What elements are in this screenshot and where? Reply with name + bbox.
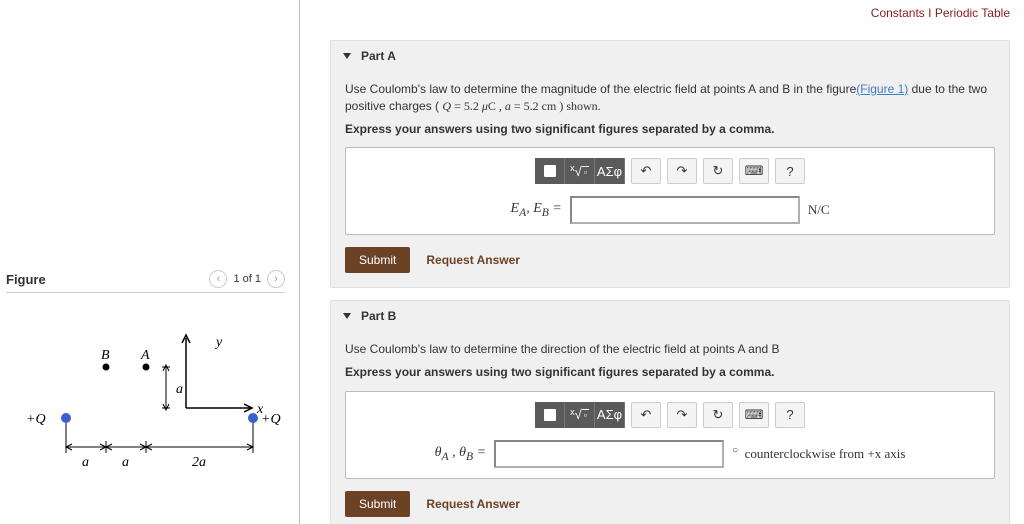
part-a-unit: N/C bbox=[808, 202, 830, 218]
part-b-unit: ○ counterclockwise from +x axis bbox=[732, 446, 905, 462]
svg-text:a: a bbox=[176, 382, 183, 397]
top-links: Constants I Periodic Table bbox=[330, 6, 1010, 20]
svg-text:+Q: +Q bbox=[26, 412, 46, 427]
part-b-answer-input[interactable] bbox=[494, 440, 724, 468]
svg-text:2a: 2a bbox=[192, 455, 206, 470]
part-b-submit-button[interactable]: Submit bbox=[345, 491, 410, 517]
tb-template-icon[interactable] bbox=[535, 158, 565, 184]
part-a-answer-input[interactable] bbox=[570, 196, 800, 224]
tb-help-icon[interactable]: ? bbox=[775, 158, 805, 184]
part-a-prompt: Use Coulomb's law to determine the magni… bbox=[345, 81, 995, 115]
part-b-header[interactable]: Part B bbox=[331, 301, 1009, 331]
figure-next-button[interactable]: › bbox=[267, 270, 285, 288]
figure-title: Figure bbox=[6, 272, 46, 287]
svg-text:B: B bbox=[101, 348, 110, 363]
svg-text:y: y bbox=[214, 335, 223, 350]
tb-reset-icon[interactable]: ↻ bbox=[703, 158, 733, 184]
figure-1-link[interactable]: (Figure 1) bbox=[856, 82, 908, 96]
svg-text:a: a bbox=[122, 455, 129, 470]
figure-panel: Figure ‹ 1 of 1 › y x bbox=[0, 0, 300, 524]
tb-template-icon[interactable] bbox=[535, 402, 565, 428]
part-a-title: Part A bbox=[361, 49, 396, 63]
periodic-table-link[interactable]: Periodic Table bbox=[935, 6, 1010, 20]
part-b-title: Part B bbox=[361, 309, 396, 323]
tb-undo-icon[interactable]: ↶ bbox=[631, 158, 661, 184]
svg-text:A: A bbox=[140, 348, 150, 363]
tb-keyboard-icon[interactable]: ⌨ bbox=[739, 402, 769, 428]
part-b-answer-box: x√▫ ΑΣφ ↶ ↷ ↻ ⌨ ? θA , θB = ○ counterclo… bbox=[345, 391, 995, 479]
tb-keyboard-icon[interactable]: ⌨ bbox=[739, 158, 769, 184]
figure-diagram: y x a B A +Q +Q bbox=[6, 323, 285, 493]
part-b-prompt: Use Coulomb's law to determine the direc… bbox=[345, 341, 995, 358]
tb-greek-icon[interactable]: ΑΣφ bbox=[595, 158, 625, 184]
part-a-answer-box: x√▫ ΑΣφ ↶ ↷ ↻ ⌨ ? EA, EB = N/C bbox=[345, 147, 995, 235]
svg-text:a: a bbox=[82, 455, 89, 470]
part-a-request-answer-link[interactable]: Request Answer bbox=[426, 253, 520, 267]
tb-greek-icon[interactable]: ΑΣφ bbox=[595, 402, 625, 428]
tb-redo-icon[interactable]: ↷ bbox=[667, 402, 697, 428]
figure-prev-button[interactable]: ‹ bbox=[209, 270, 227, 288]
caret-down-icon bbox=[343, 53, 351, 59]
part-a-header[interactable]: Part A bbox=[331, 41, 1009, 71]
part-b: Part B Use Coulomb's law to determine th… bbox=[330, 300, 1010, 524]
main-panel: Constants I Periodic Table Part A Use Co… bbox=[300, 0, 1024, 524]
tb-redo-icon[interactable]: ↷ bbox=[667, 158, 697, 184]
tb-undo-icon[interactable]: ↶ bbox=[631, 402, 661, 428]
part-b-instr: Express your answers using two significa… bbox=[345, 364, 995, 381]
part-a: Part A Use Coulomb's law to determine th… bbox=[330, 40, 1010, 288]
part-a-instr: Express your answers using two significa… bbox=[345, 121, 995, 138]
tb-root-icon[interactable]: x√▫ bbox=[565, 402, 595, 428]
tb-help-icon[interactable]: ? bbox=[775, 402, 805, 428]
tb-reset-icon[interactable]: ↻ bbox=[703, 402, 733, 428]
caret-down-icon bbox=[343, 313, 351, 319]
part-b-request-answer-link[interactable]: Request Answer bbox=[426, 497, 520, 511]
svg-text:+Q: +Q bbox=[261, 412, 281, 427]
constants-link[interactable]: Constants bbox=[871, 6, 925, 20]
tb-root-icon[interactable]: x√▫ bbox=[565, 158, 595, 184]
part-b-answer-label: θA , θB = bbox=[435, 445, 486, 463]
toolbar-a: x√▫ ΑΣφ ↶ ↷ ↻ ⌨ ? bbox=[358, 158, 982, 184]
figure-nav: ‹ 1 of 1 › bbox=[209, 270, 285, 288]
part-a-answer-label: EA, EB = bbox=[511, 201, 562, 219]
part-a-submit-button[interactable]: Submit bbox=[345, 247, 410, 273]
figure-page: 1 of 1 bbox=[233, 273, 261, 285]
toolbar-b: x√▫ ΑΣφ ↶ ↷ ↻ ⌨ ? bbox=[358, 402, 982, 428]
